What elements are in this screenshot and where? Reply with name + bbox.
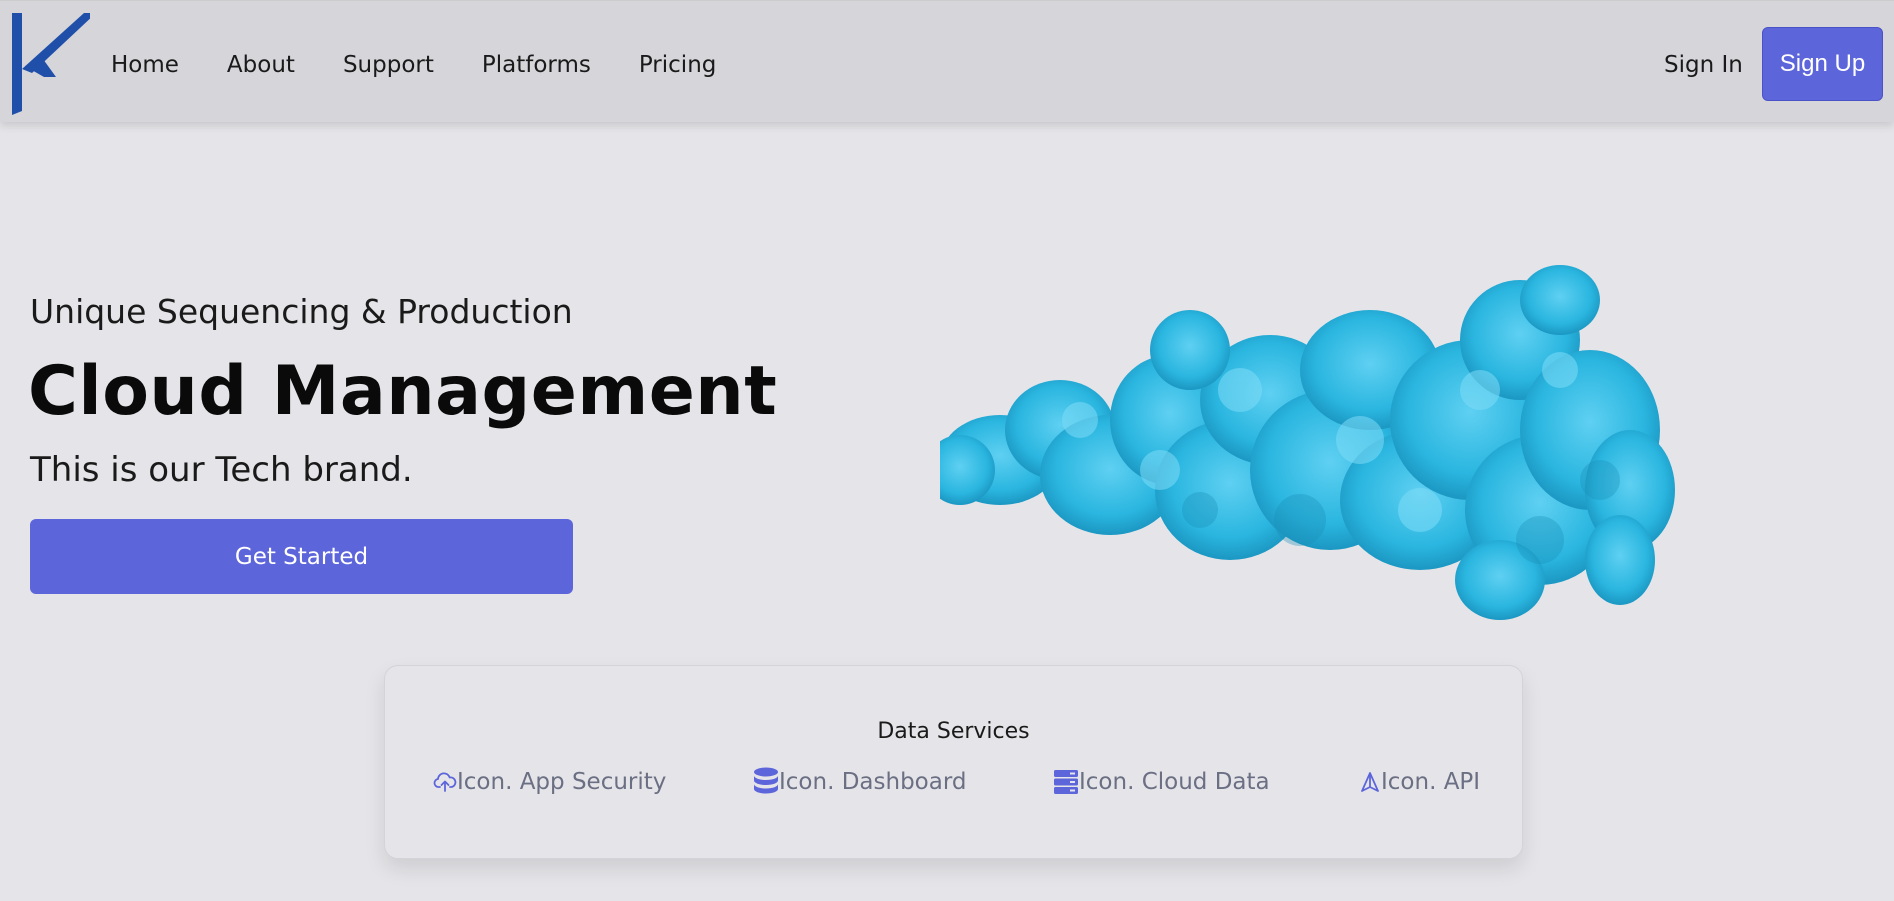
nav-platforms-link[interactable]: Platforms (482, 52, 591, 78)
nav-pricing-link[interactable]: Pricing (639, 52, 717, 78)
service-cloud-data[interactable]: Icon. Cloud Data (1053, 766, 1270, 798)
service-label: Icon. Dashboard (779, 769, 967, 795)
nav-about-link[interactable]: About (227, 52, 295, 78)
hero-eyebrow: Unique Sequencing & Production (30, 292, 573, 331)
blue-smoke-cloud-image (940, 265, 1675, 620)
server-icon (1053, 769, 1079, 795)
service-api[interactable]: Icon. API (1359, 766, 1480, 798)
data-services-card: Data Services Icon. App Security Icon. D… (384, 665, 1523, 859)
hero-title: Cloud Management (28, 352, 778, 431)
service-label: Icon. API (1381, 769, 1481, 795)
service-label: Icon. App Security (457, 769, 667, 795)
service-label: Icon. Cloud Data (1079, 769, 1270, 795)
navigation-icon (1359, 771, 1381, 793)
services-title: Data Services (877, 719, 1030, 744)
sign-in-link[interactable]: Sign In (1664, 1, 1743, 129)
cloud-upload-icon (433, 771, 457, 793)
get-started-button[interactable]: Get Started (30, 519, 573, 594)
logo-icon[interactable] (10, 13, 90, 115)
navbar: Home About Support Platforms Pricing Sig… (0, 0, 1894, 122)
nav-home-link[interactable]: Home (111, 52, 179, 78)
service-app-security[interactable]: Icon. App Security (433, 766, 666, 798)
sign-up-button[interactable]: Sign Up (1762, 27, 1883, 101)
nav-support-link[interactable]: Support (343, 52, 434, 78)
main-nav: Home About Support Platforms Pricing (111, 1, 764, 129)
service-dashboard[interactable]: Icon. Dashboard (753, 766, 966, 798)
database-icon (753, 767, 779, 797)
hero-subtitle: This is our Tech brand. (30, 450, 413, 490)
